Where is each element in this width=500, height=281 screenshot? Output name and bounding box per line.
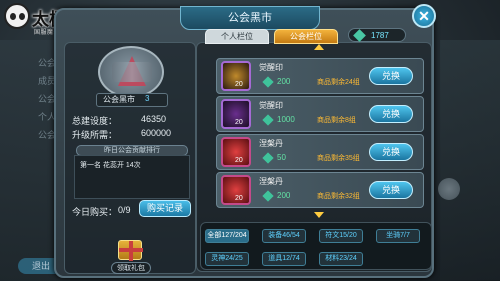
gem-icon — [262, 76, 274, 88]
market-item: 20 觉醒印 1000 商品剩余8组 兑换 — [216, 96, 424, 132]
exchange-button[interactable]: 兑换 — [369, 67, 413, 85]
market-item: 20 涅槃丹 50 商品剩余35组 兑换 — [216, 134, 424, 170]
tab-personal-slots[interactable]: 个人栏位 — [205, 29, 269, 44]
rank-row: 第一名 花蕊开 14次 — [80, 162, 141, 169]
gift-pack-icon[interactable] — [113, 236, 147, 264]
background-stone-icon — [438, 178, 460, 200]
upgrade-required-label: 升级所需： — [72, 130, 118, 140]
item-name: 涅槃丹 — [259, 139, 283, 148]
guild-level: 3 — [145, 94, 150, 103]
claim-gift-button[interactable]: 领取礼包 — [111, 262, 151, 274]
item-stock: 商品剩余35组 — [317, 155, 360, 162]
scroll-down-arrow-icon[interactable] — [314, 212, 324, 218]
item-price: 200 — [277, 77, 291, 86]
item-quantity: 20 — [235, 81, 243, 88]
exchange-button[interactable]: 兑换 — [369, 181, 413, 199]
filter-materials[interactable]: 材料23/24 — [319, 252, 363, 266]
exchange-button[interactable]: 兑换 — [369, 105, 413, 123]
filter-all[interactable]: 全部127/204 — [205, 229, 249, 243]
item-stock: 商品剩余32组 — [317, 193, 360, 200]
filter-equipment[interactable]: 装备46/54 — [262, 229, 306, 243]
today-purchase-label: 今日购买： — [72, 207, 118, 217]
close-button[interactable]: ✕ — [412, 4, 436, 28]
gem-icon — [353, 29, 366, 42]
total-construction-label: 总建设度： — [72, 116, 118, 126]
item-name: 涅槃丹 — [259, 177, 283, 186]
guild-emblem-icon — [98, 46, 164, 98]
dialog-title: 公会黑市 — [180, 6, 320, 30]
item-name: 觉醒印 — [259, 63, 283, 72]
market-item: 20 涅槃丹 200 商品剩余32组 兑换 — [216, 172, 424, 208]
panda-logo-icon — [4, 3, 30, 29]
exchange-button[interactable]: 兑换 — [369, 143, 413, 161]
game-screen: 公会 成员 公会 个人 公会 退出 太极熊猫 国服魔幻全球动作手游 公会黑市 ✕… — [0, 0, 500, 281]
item-price: 200 — [277, 191, 291, 200]
item-stock: 商品剩余8组 — [317, 117, 356, 124]
item-quantity: 20 — [235, 157, 243, 164]
filter-spirits[interactable]: 灵神24/25 — [205, 252, 249, 266]
background-right-decoration — [440, 40, 500, 280]
item-stock: 商品剩余24组 — [317, 79, 360, 86]
filter-runes[interactable]: 符文15/20 — [319, 229, 363, 243]
scroll-up-arrow-icon[interactable] — [314, 44, 324, 50]
item-price: 50 — [277, 153, 286, 162]
gem-icon — [262, 114, 274, 126]
gem-icon — [262, 152, 274, 164]
currency-value: 1787 — [371, 31, 389, 40]
item-price: 1000 — [277, 115, 295, 124]
upgrade-required-value: 600000 — [141, 128, 172, 138]
tab-guild-slots[interactable]: 公会栏位 — [274, 29, 338, 44]
guild-name: 公会黑市 — [96, 93, 168, 107]
filter-props[interactable]: 道具12/74 — [262, 252, 306, 266]
item-quantity: 20 — [235, 195, 243, 202]
gem-icon — [262, 190, 274, 202]
purchase-record-button[interactable]: 购买记录 — [139, 200, 191, 217]
total-construction-value: 46350 — [141, 114, 167, 124]
today-purchase-count: 0/9 — [118, 205, 131, 215]
item-quantity: 20 — [235, 119, 243, 126]
close-icon: ✕ — [418, 8, 430, 24]
guild-currency: 1787 — [348, 28, 406, 42]
market-item: 20 觉醒印 200 商品剩余24组 兑换 — [216, 58, 424, 94]
filter-mounts[interactable]: 坐骑7/7 — [376, 229, 420, 243]
item-name: 觉醒印 — [259, 101, 283, 110]
